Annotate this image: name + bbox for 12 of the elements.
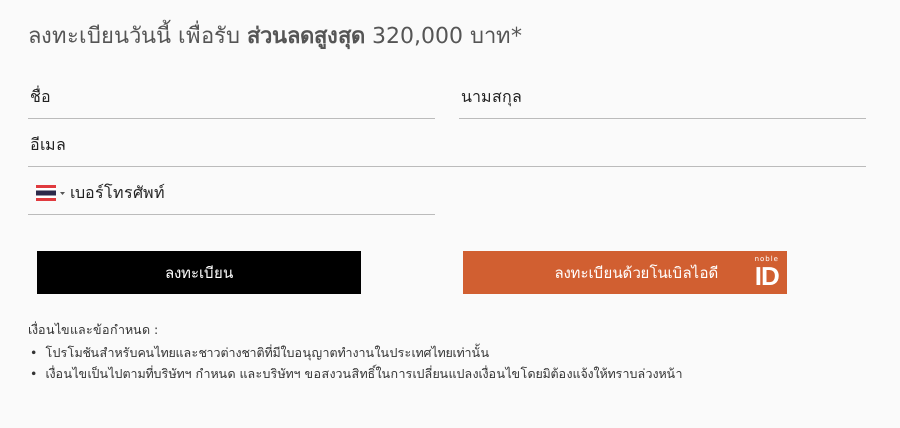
terms-title: เงื่อนไขและข้อกำหนด : (28, 320, 160, 339)
bullet: • (30, 344, 38, 362)
last-name-field[interactable]: นามสกุล (459, 75, 866, 119)
terms-item: เงื่อนไขเป็นไปตามที่บริษัทฯ กำหนด และบริษัทฯ ขอสงวนสิทธิ์ในการเปลี่ยนแปลงเงื่อนไขโดยมิต้องแจ้งให้ทราบล่วงหน้า (45, 364, 682, 384)
heading: ลงทะเบียนวันนี้ เพื่อรับ ส่วนลดสูงสุด 320,000 บาท* (28, 18, 866, 53)
bullet: • (30, 365, 38, 384)
first-name-field[interactable]: ชื่อ (28, 75, 435, 119)
terms-item: โปรโมชันสำหรับคนไทยและชาวต่างชาติที่มีใบอนุญาตทำงานในประเทศไทยเท่านั้น (45, 342, 490, 362)
register-button[interactable]: ลงทะเบียน (37, 251, 361, 294)
phone-field[interactable]: เบอร์โทรศัพท์ (66, 171, 435, 214)
flag-icon[interactable] (36, 184, 66, 200)
email-field[interactable]: อีเมล (28, 123, 866, 167)
